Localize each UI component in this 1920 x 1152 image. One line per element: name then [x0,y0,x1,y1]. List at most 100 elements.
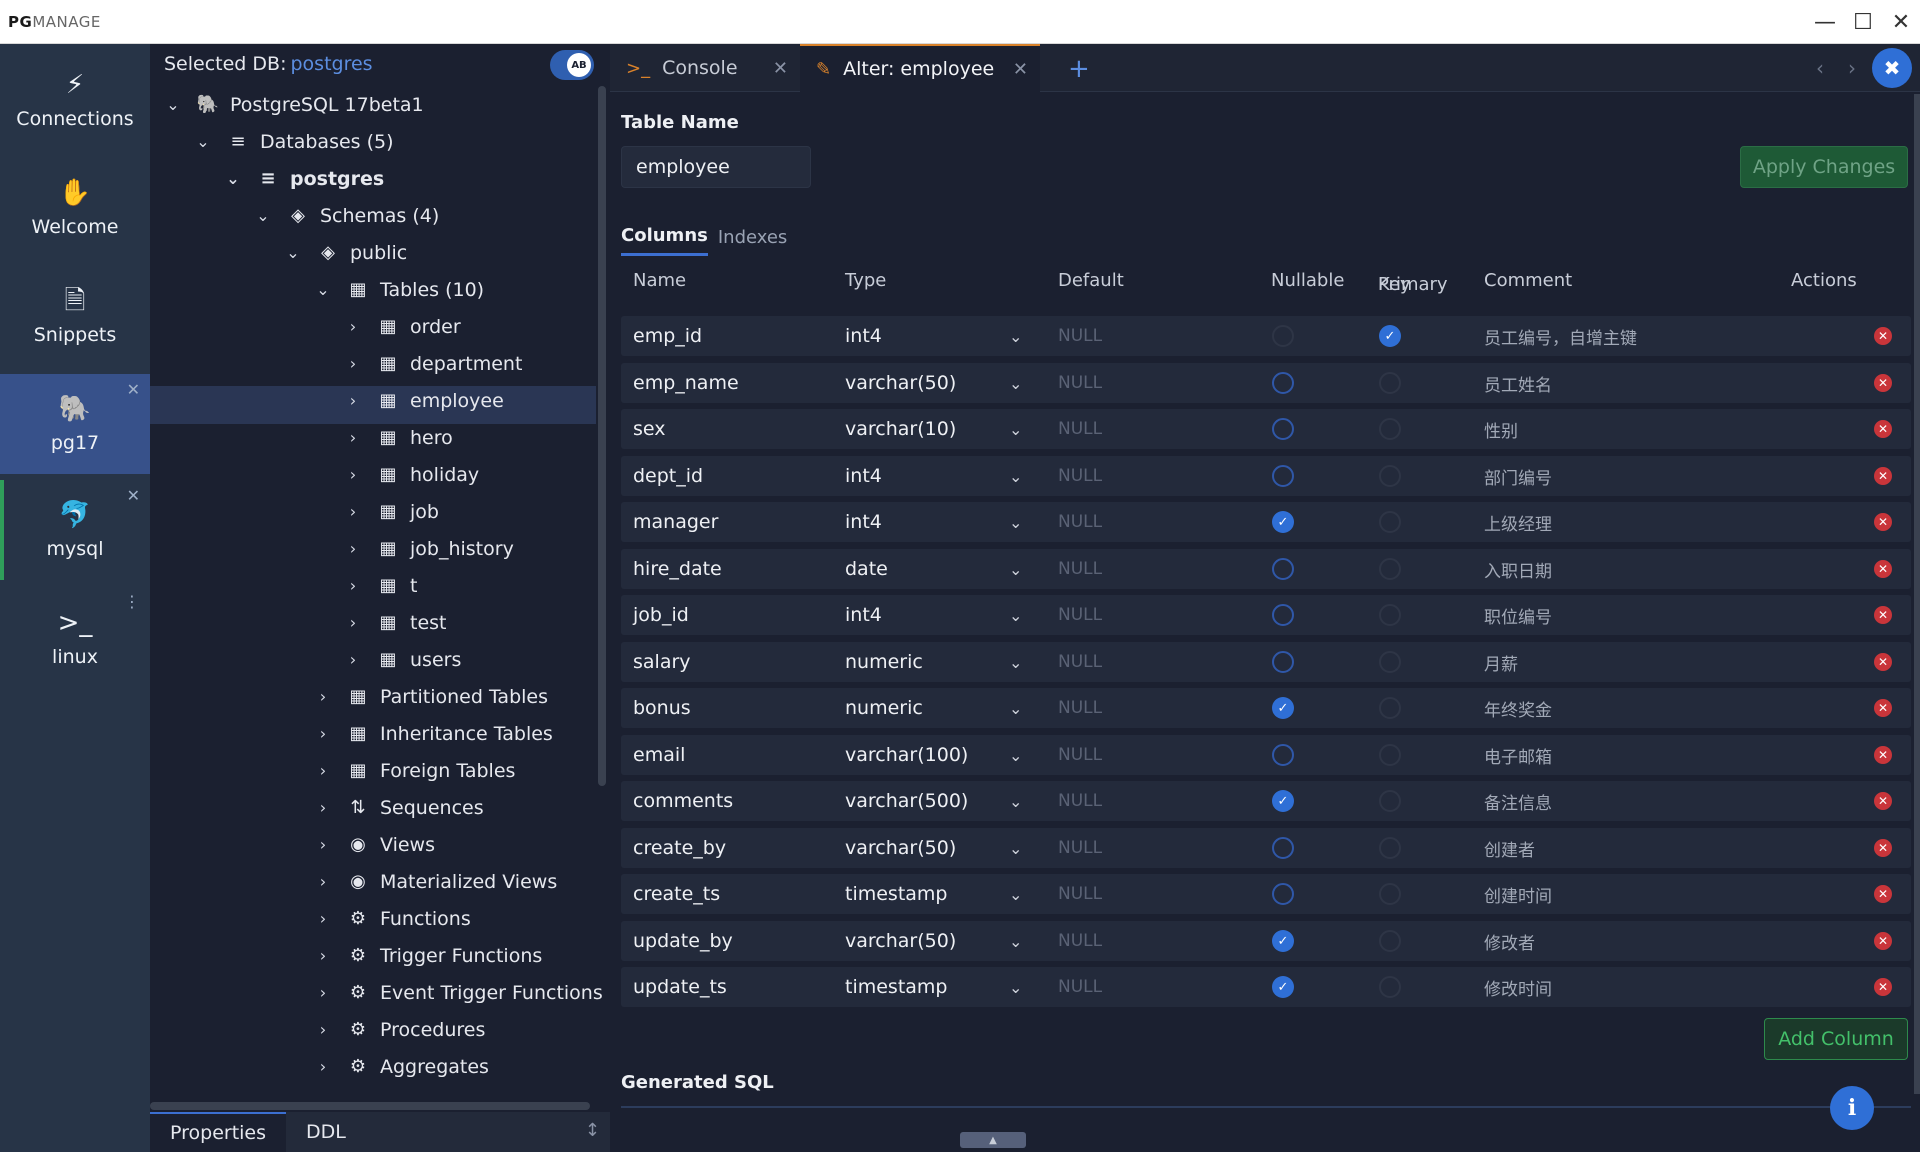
chevron-down-icon[interactable]: ⌄ [222,169,244,188]
delete-column-icon[interactable]: ✕ [1874,699,1892,717]
primary-key-checkbox[interactable] [1379,604,1401,626]
chevron-right-icon[interactable]: › [342,502,364,521]
delete-column-icon[interactable]: ✕ [1874,885,1892,903]
maximize-button[interactable]: ☐ [1844,0,1882,44]
tree-node-partitioned-tables[interactable]: › ▦ Partitioned Tables [312,678,548,715]
tab-console[interactable]: >_ Console ✕ [610,44,800,92]
column-type-select[interactable]: varchar(50) [845,921,956,961]
primary-key-checkbox[interactable] [1379,697,1401,719]
nullable-checkbox[interactable] [1272,651,1294,673]
close-icon[interactable]: ✕ [127,486,140,505]
close-icon[interactable]: ✕ [773,58,788,79]
column-default-input[interactable]: NULL [1058,456,1102,496]
column-type-select[interactable]: timestamp [845,874,948,914]
column-default-input[interactable]: NULL [1058,781,1102,821]
column-comment-input[interactable]: 入职日期 [1484,549,1552,589]
column-comment-input[interactable]: 性别 [1484,409,1518,449]
column-type-select[interactable]: varchar(100) [845,735,968,775]
column-type-select[interactable]: int4 [845,595,882,635]
nullable-checkbox[interactable]: ✓ [1272,697,1294,719]
nullable-checkbox[interactable]: ✓ [1272,930,1294,952]
chevron-right-icon[interactable]: › [312,946,334,965]
column-default-input[interactable]: NULL [1058,595,1102,635]
tree-node-materialized-views[interactable]: › ◉ Materialized Views [312,863,557,900]
nullable-checkbox[interactable] [1272,883,1294,905]
column-comment-input[interactable]: 年终奖金 [1484,688,1552,728]
chevron-right-icon[interactable]: › [312,983,334,1002]
tree-node-table[interactable]: › ▦ t [342,567,418,604]
column-default-input[interactable]: NULL [1058,921,1102,961]
tab-indexes[interactable]: Indexes [718,218,787,256]
nullable-checkbox[interactable] [1272,465,1294,487]
tree-node-foreign-tables[interactable]: › ▦ Foreign Tables [312,752,516,789]
delete-column-icon[interactable]: ✕ [1874,746,1892,764]
delete-column-icon[interactable]: ✕ [1874,374,1892,392]
tree-node-aggregates[interactable]: › ⚙ Aggregates [312,1048,489,1085]
column-comment-input[interactable]: 备注信息 [1484,781,1552,821]
column-comment-input[interactable]: 部门编号 [1484,456,1552,496]
column-comment-input[interactable]: 电子邮箱 [1484,735,1552,775]
chevron-down-icon[interactable]: ⌄ [282,243,304,262]
chevron-right-icon[interactable]: › [1848,56,1856,80]
delete-column-icon[interactable]: ✕ [1874,560,1892,578]
column-default-input[interactable]: NULL [1058,502,1102,542]
column-comment-input[interactable]: 职位编号 [1484,595,1552,635]
tree-node-postgres[interactable]: ⌄ ≡ postgres [222,160,384,197]
chevron-right-icon[interactable]: › [312,761,334,780]
rail-mysql[interactable]: ✕ 🐬 mysql [0,480,150,580]
close-icon[interactable]: ✕ [127,380,140,399]
column-type-select[interactable]: int4 [845,316,882,356]
column-default-input[interactable]: NULL [1058,967,1102,1007]
tab-properties[interactable]: Properties [150,1112,287,1152]
primary-key-checkbox[interactable] [1379,930,1401,952]
chevron-down-icon[interactable]: ⌄ [1009,642,1022,682]
add-tab-button[interactable]: + [1068,54,1090,84]
tab-alter-employee[interactable]: ✎ Alter: employee ✕ [800,44,1040,92]
column-type-select[interactable]: varchar(10) [845,409,956,449]
chevron-right-icon[interactable]: › [342,576,364,595]
tree-node-table[interactable]: › ▦ order [342,308,461,345]
delete-column-icon[interactable]: ✕ [1874,606,1892,624]
column-name-input[interactable]: create_by [633,828,726,868]
column-name-input[interactable]: comments [633,781,733,821]
tree-node-table[interactable]: › ▦ job [342,493,439,530]
chevron-down-icon[interactable]: ⌄ [1009,502,1022,542]
rail-snippets[interactable]: 🗎 Snippets [0,264,150,368]
column-comment-input[interactable]: 月薪 [1484,642,1518,682]
tree-node-functions[interactable]: › ⚙ Functions [312,900,471,937]
chevron-down-icon[interactable]: ⌄ [1009,316,1022,356]
column-default-input[interactable]: NULL [1058,642,1102,682]
column-comment-input[interactable]: 创建者 [1484,828,1535,868]
chevron-right-icon[interactable]: › [312,909,334,928]
table-name-input[interactable] [621,146,811,188]
info-icon[interactable]: i [1830,1086,1874,1130]
chevron-right-icon[interactable]: › [342,650,364,669]
rail-pg17[interactable]: ✕ 🐘 pg17 [0,374,150,474]
tree-node-table[interactable]: › ▦ job_history [342,530,514,567]
chevron-down-icon[interactable]: ⌄ [1009,921,1022,961]
selected-db-name[interactable]: postgres [290,53,372,75]
column-default-input[interactable]: NULL [1058,316,1102,356]
close-icon[interactable]: ✕ [1013,59,1028,80]
column-default-input[interactable]: NULL [1058,874,1102,914]
tools-icon[interactable]: ✖ [1872,48,1912,88]
tree-node-inheritance-tables[interactable]: › ▦ Inheritance Tables [312,715,553,752]
chevron-right-icon[interactable]: › [312,724,334,743]
column-comment-input[interactable]: 创建时间 [1484,874,1552,914]
rail-linux[interactable]: ⋮ >_ linux [0,586,150,690]
chevron-down-icon[interactable]: ⌄ [1009,781,1022,821]
primary-key-checkbox[interactable]: ✓ [1379,325,1401,347]
column-default-input[interactable]: NULL [1058,828,1102,868]
chevron-right-icon[interactable]: › [312,1057,334,1076]
tree-node-procedures[interactable]: › ⚙ Procedures [312,1011,486,1048]
primary-key-checkbox[interactable] [1379,744,1401,766]
tree-node-table[interactable]: › ▦ department [342,345,523,382]
column-name-input[interactable]: sex [633,409,666,449]
nullable-checkbox[interactable] [1272,418,1294,440]
column-type-select[interactable]: numeric [845,688,923,728]
primary-key-checkbox[interactable] [1379,976,1401,998]
nullable-checkbox[interactable]: ✓ [1272,511,1294,533]
chevron-down-icon[interactable]: ⌄ [1009,874,1022,914]
panel-drag-handle[interactable]: ▲ [960,1132,1026,1148]
delete-column-icon[interactable]: ✕ [1874,932,1892,950]
